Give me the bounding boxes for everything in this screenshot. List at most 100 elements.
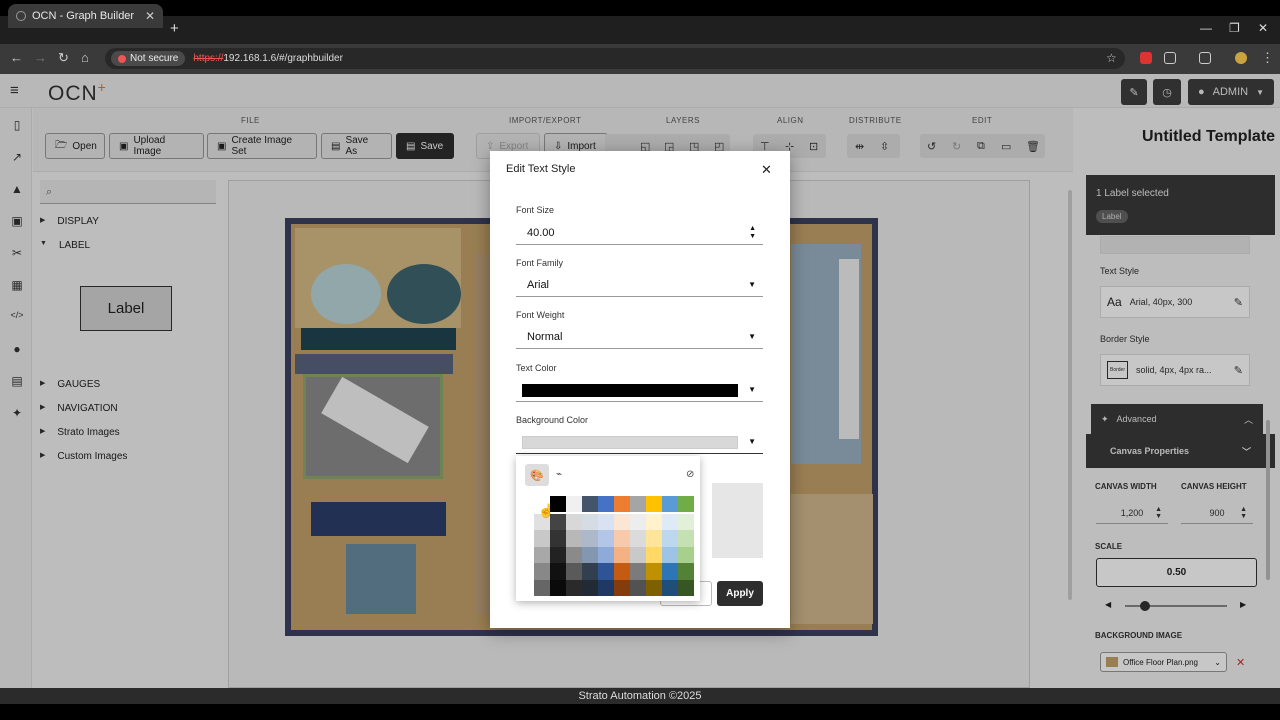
tab-favicon-icon (16, 11, 26, 21)
color-swatch[interactable] (678, 530, 694, 547)
font-family-select[interactable]: Arial ▼ (516, 273, 763, 297)
preview-area (712, 483, 763, 558)
color-swatch[interactable] (614, 530, 630, 547)
color-swatch[interactable] (630, 496, 646, 512)
color-swatch[interactable] (566, 546, 582, 564)
font-family-value: Arial (527, 278, 550, 291)
color-swatch[interactable] (678, 563, 694, 580)
color-swatch[interactable] (534, 563, 550, 580)
caret-down-icon: ▼ (748, 437, 756, 446)
color-swatch[interactable] (614, 563, 630, 580)
color-swatch[interactable] (582, 530, 598, 547)
color-swatch[interactable] (662, 530, 678, 547)
color-swatch[interactable] (630, 563, 646, 580)
not-secure-badge[interactable]: Not secure (111, 51, 186, 66)
color-swatch[interactable] (550, 579, 566, 596)
background-color-swatch (522, 436, 738, 449)
color-swatch[interactable] (598, 496, 614, 512)
color-swatch[interactable] (534, 579, 550, 596)
color-swatch[interactable] (598, 579, 614, 596)
font-weight-value: Normal (527, 330, 563, 343)
color-swatch[interactable] (550, 546, 566, 564)
color-swatch[interactable] (646, 563, 662, 580)
color-swatch[interactable] (582, 496, 598, 512)
font-size-input[interactable]: 40.00 ▲ ▼ (516, 221, 763, 245)
color-swatch[interactable] (678, 496, 694, 512)
color-swatch[interactable] (662, 514, 678, 531)
color-swatch[interactable] (598, 563, 614, 580)
color-swatch[interactable] (678, 514, 694, 531)
new-tab-icon[interactable]: + (170, 20, 179, 37)
home-icon[interactable]: ⌂ (81, 50, 89, 65)
font-size-label: Font Size (516, 205, 555, 215)
color-swatch[interactable] (630, 579, 646, 596)
no-color-icon[interactable]: ⊘ (686, 469, 694, 480)
palette-tab-icon[interactable]: 🎨 (525, 464, 549, 486)
color-swatch[interactable] (646, 579, 662, 596)
color-swatch[interactable] (582, 514, 598, 531)
text-color-label: Text Color (516, 363, 557, 373)
browser-tab[interactable]: OCN - Graph Builder ✕ (8, 4, 163, 28)
color-swatch[interactable] (614, 514, 630, 531)
font-weight-select[interactable]: Normal ▼ (516, 325, 763, 349)
forward-icon[interactable]: → (34, 50, 47, 65)
color-swatch[interactable] (550, 563, 566, 580)
minimize-icon[interactable]: — (1200, 21, 1212, 35)
profile-avatar-icon[interactable] (1235, 52, 1247, 64)
color-swatch[interactable] (550, 530, 566, 547)
color-swatch[interactable] (598, 514, 614, 531)
url-bar[interactable]: Not secure https://192.168.1.6/#/graphbu… (105, 48, 1125, 69)
color-swatch[interactable] (582, 579, 598, 596)
background-color-label: Background Color (516, 415, 589, 425)
side-panel-icon[interactable] (1199, 52, 1211, 64)
color-swatch[interactable] (662, 563, 678, 580)
close-icon[interactable]: ✕ (761, 162, 772, 178)
apply-button[interactable]: Apply (717, 581, 763, 606)
color-swatch[interactable] (646, 496, 662, 512)
browser-menu-icon[interactable]: ⋮ (1261, 50, 1274, 66)
maximize-icon[interactable]: ❐ (1229, 21, 1240, 35)
color-swatch[interactable] (662, 496, 678, 512)
color-swatch[interactable] (598, 546, 614, 564)
tab-close-icon[interactable]: ✕ (145, 9, 155, 23)
color-swatch[interactable] (614, 579, 630, 596)
caret-down-icon: ▼ (748, 332, 756, 341)
color-swatch[interactable] (678, 546, 694, 564)
extension-icon[interactable] (1140, 52, 1152, 64)
color-swatch[interactable] (630, 514, 646, 531)
url-text: https://192.168.1.6/#/graphbuilder (193, 53, 343, 64)
color-swatch[interactable] (646, 514, 662, 531)
color-swatch[interactable] (630, 530, 646, 547)
color-swatch[interactable] (582, 546, 598, 564)
color-swatch[interactable] (614, 546, 630, 564)
window-close-icon[interactable]: ✕ (1258, 21, 1268, 35)
color-swatch[interactable] (566, 496, 582, 512)
text-color-swatch (522, 384, 738, 397)
color-swatch[interactable] (662, 546, 678, 564)
mouse-cursor-icon: ☝ (538, 503, 555, 518)
color-swatch[interactable] (566, 514, 582, 531)
tab-title: OCN - Graph Builder (32, 10, 135, 22)
color-swatch[interactable] (534, 530, 550, 547)
spinner-icon[interactable]: ▲ ▼ (749, 225, 756, 241)
color-swatch[interactable] (534, 546, 550, 564)
color-swatch[interactable] (566, 530, 582, 547)
extensions-puzzle-icon[interactable] (1164, 52, 1176, 64)
color-swatch[interactable] (614, 496, 630, 512)
url-path: 192.168.1.6/#/graphbuilder (223, 53, 343, 64)
color-swatch[interactable] (646, 546, 662, 564)
color-swatch[interactable] (630, 546, 646, 564)
color-swatch[interactable] (582, 563, 598, 580)
color-swatch[interactable] (678, 579, 694, 596)
color-swatch[interactable] (566, 563, 582, 580)
footer: Strato Automation ©2025 (0, 688, 1280, 704)
bookmark-star-icon[interactable]: ☆ (1106, 51, 1117, 65)
color-swatch[interactable] (662, 579, 678, 596)
back-icon[interactable]: ← (10, 50, 23, 65)
url-protocol: https:// (193, 53, 224, 64)
custom-color-tab-icon[interactable]: ⌁ (556, 469, 562, 480)
color-swatch[interactable] (646, 530, 662, 547)
color-swatch[interactable] (566, 579, 582, 596)
color-swatch[interactable] (598, 530, 614, 547)
reload-icon[interactable]: ↻ (58, 50, 69, 66)
